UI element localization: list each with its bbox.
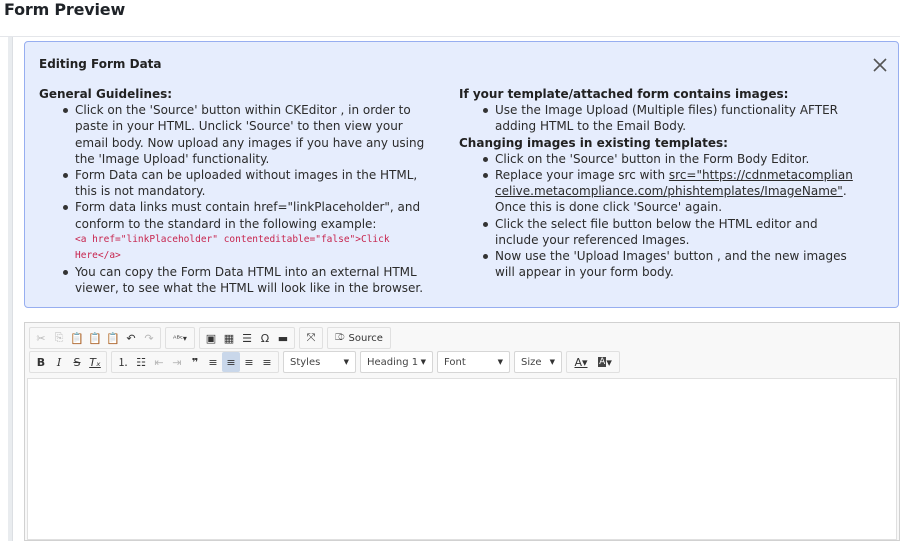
undo-icon[interactable]: ↶ [122, 328, 140, 348]
list-item: Click the select file button below the H… [483, 216, 859, 248]
page-title: Form Preview [4, 0, 126, 19]
align-right-icon[interactable]: ≡ [240, 352, 258, 372]
list-item-text: Form data links must contain href="linkP… [75, 200, 421, 231]
format-dropdown[interactable]: Heading 1 ▼ [360, 351, 433, 373]
chevron-down-icon: ▼ [549, 358, 555, 366]
justify-icon[interactable]: ≡ [258, 352, 276, 372]
list-item: Click on the 'Source' button within CKEd… [63, 102, 439, 167]
images-heading: If your template/attached form contains … [459, 87, 789, 101]
title-divider [0, 36, 900, 37]
styles-dropdown[interactable]: Styles ▼ [283, 351, 356, 373]
toolbar-row-2: B I S Tₓ ⒈ ☷ ⇤ ⇥ ❞ ≡ ≡ ≡ ≡ Styles ▼ Headi… [29, 350, 624, 374]
bulleted-list-icon[interactable]: ☷ [132, 352, 150, 372]
clipboard-group: ✂ ⎘ 📋 📋 📋 ↶ ↷ [29, 327, 161, 349]
font-label: Font [444, 356, 466, 368]
chevron-down-icon: ▼ [497, 358, 503, 366]
panel-title: Editing Form Data [39, 57, 162, 71]
special-char-icon[interactable]: Ω [256, 328, 274, 348]
indent-icon[interactable]: ⇥ [168, 352, 186, 372]
source-button[interactable]: ⎄ Source [330, 328, 388, 348]
copy-icon[interactable]: ⎘ [50, 328, 68, 348]
maximize-group: ⤧ [299, 327, 323, 349]
guidelines-column: General Guidelines: Click on the 'Source… [39, 86, 439, 296]
strikethrough-icon[interactable]: S [68, 352, 86, 372]
align-left-icon[interactable]: ≡ [204, 352, 222, 372]
code-example: <a href="linkPlaceholder" contenteditabl… [75, 233, 390, 261]
font-dropdown[interactable]: Font ▼ [437, 351, 510, 373]
editor-content-area[interactable] [27, 378, 897, 540]
italic-icon[interactable]: I [50, 352, 68, 372]
insert-group: ▣ ▦ ☰ Ω ▬ [199, 327, 295, 349]
list-item-text: Replace your image src with [495, 168, 669, 183]
close-icon[interactable] [871, 56, 889, 74]
table-icon[interactable]: ▦ [220, 328, 238, 348]
list-item: You can copy the Form Data HTML into an … [63, 264, 439, 296]
changing-images-list: Click on the 'Source' button in the Form… [459, 151, 859, 281]
images-list: Use the Image Upload (Multiple files) fu… [459, 102, 859, 134]
list-item: Replace your image src with src="https:/… [483, 167, 859, 216]
changing-images-heading: Changing images in existing templates: [459, 135, 728, 150]
list-item: Use the Image Upload (Multiple files) fu… [483, 102, 859, 134]
toolbar-row-1: ✂ ⎘ 📋 📋 📋 ↶ ↷ ᴬᴮᶜ▾ ▣ ▦ ☰ Ω ▬ ⤧ ⎄ Source [29, 326, 395, 350]
blockquote-icon[interactable]: ❞ [186, 352, 204, 372]
horizontal-line-icon[interactable]: ☰ [238, 328, 256, 348]
list-item: Form Data can be uploaded without images… [63, 167, 439, 199]
paragraph-group: ⒈ ☷ ⇤ ⇥ ❞ ≡ ≡ ≡ ≡ [111, 351, 279, 373]
background-color-icon[interactable]: A ▾ [593, 352, 617, 372]
chevron-down-icon: ▼ [420, 358, 426, 366]
numbered-list-icon[interactable]: ⒈ [114, 352, 132, 372]
cut-icon[interactable]: ✂ [32, 328, 50, 348]
basic-styles-group: B I S Tₓ [29, 351, 107, 373]
source-icon: ⎄ [335, 333, 345, 343]
paste-text-icon[interactable]: 📋 [86, 328, 104, 348]
chevron-down-icon: ▼ [343, 358, 349, 366]
bold-icon[interactable]: B [32, 352, 50, 372]
align-center-icon[interactable]: ≡ [222, 352, 240, 372]
redo-icon[interactable]: ↷ [140, 328, 158, 348]
source-label: Source [348, 332, 383, 344]
info-panel: Editing Form Data General Guidelines: Cl… [24, 41, 899, 308]
paste-icon[interactable]: 📋 [68, 328, 86, 348]
spellcheck-group: ᴬᴮᶜ▾ [165, 327, 195, 349]
list-item: Now use the 'Upload Images' button , and… [483, 248, 859, 280]
styles-label: Styles [290, 356, 321, 368]
remove-format-icon[interactable]: Tₓ [86, 352, 104, 372]
guidelines-list: Click on the 'Source' button within CKEd… [39, 102, 439, 296]
image-icon[interactable]: ▣ [202, 328, 220, 348]
iframe-icon[interactable]: ▬ [274, 328, 292, 348]
left-scroll-rail [8, 37, 13, 541]
text-color-icon[interactable]: A▾ [569, 352, 593, 372]
paste-word-icon[interactable]: 📋 [104, 328, 122, 348]
size-dropdown[interactable]: Size ▼ [514, 351, 562, 373]
colors-group: A▾ A ▾ [566, 351, 620, 373]
list-item: Click on the 'Source' button in the Form… [483, 151, 859, 167]
images-column: If your template/attached form contains … [459, 86, 859, 280]
size-label: Size [521, 356, 542, 368]
ckeditor: ✂ ⎘ 📋 📋 📋 ↶ ↷ ᴬᴮᶜ▾ ▣ ▦ ☰ Ω ▬ ⤧ ⎄ Source … [24, 322, 900, 541]
editor-toolbar: ✂ ⎘ 📋 📋 📋 ↶ ↷ ᴬᴮᶜ▾ ▣ ▦ ☰ Ω ▬ ⤧ ⎄ Source … [25, 323, 899, 377]
spellcheck-icon[interactable]: ᴬᴮᶜ▾ [168, 328, 192, 348]
guidelines-heading: General Guidelines: [39, 87, 173, 101]
format-label: Heading 1 [367, 356, 419, 368]
list-item: Form data links must contain href="linkP… [63, 199, 439, 263]
source-group: ⎄ Source [327, 327, 391, 349]
maximize-icon[interactable]: ⤧ [302, 328, 320, 348]
background-color-swatch: A [598, 357, 607, 367]
outdent-icon[interactable]: ⇤ [150, 352, 168, 372]
